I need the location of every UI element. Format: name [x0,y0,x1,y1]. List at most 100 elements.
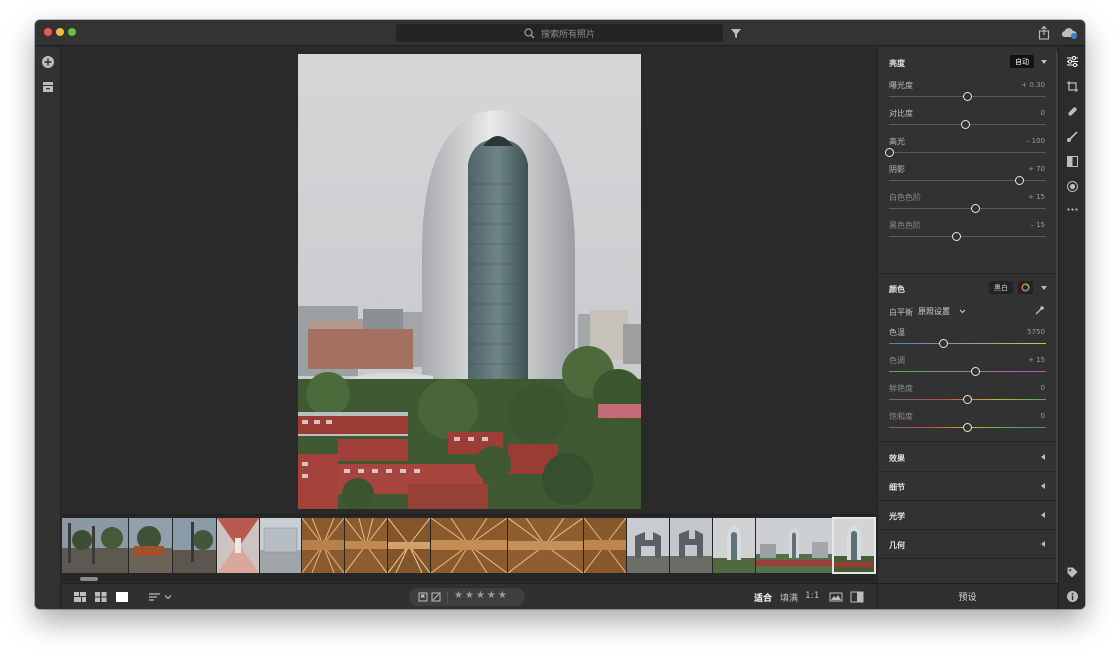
thumbnail[interactable] [431,518,507,573]
slider-value[interactable]: + 0.30 [1021,81,1045,89]
slider-handle[interactable] [970,204,980,213]
slider-handle[interactable] [939,339,949,348]
slider-value[interactable]: + 15 [1028,193,1045,201]
flag-rating-controls: ★★★★★ [409,588,525,606]
slider-handle[interactable] [963,395,972,404]
info-icon[interactable] [1066,590,1079,603]
thumbnail[interactable] [508,518,583,573]
library-icon[interactable] [41,80,55,94]
zoom-window-button[interactable] [68,28,76,36]
presets-button[interactable]: 预设 [877,583,1057,609]
slider-handle[interactable] [970,367,980,376]
thumbnail[interactable] [260,518,301,573]
before-after-icon[interactable] [829,591,843,603]
cloud-sync-icon[interactable] [1060,25,1078,41]
crop-icon[interactable] [1066,80,1079,93]
search-bar[interactable]: 搜索所有照片 [396,24,723,42]
main-photo[interactable] [298,54,641,509]
thumbnail[interactable] [584,518,626,573]
radial-gradient-icon[interactable] [1066,180,1079,193]
slider-handle[interactable] [884,148,894,157]
expand-chevron-icon[interactable] [1041,512,1045,518]
thumbnail[interactable] [713,518,755,573]
healing-brush-icon[interactable] [1066,105,1079,118]
compare-split-icon[interactable] [850,591,864,603]
zoom-fit-option[interactable]: 适合 [754,591,772,604]
collapsed-section-title[interactable]: 效果 [889,453,905,464]
zoom-fill-option[interactable]: 填满 [780,591,798,604]
star-icon[interactable]: ★ [498,590,509,601]
thumbnail-selected[interactable] [832,517,876,574]
star-icon[interactable]: ★ [476,590,487,601]
light-section-toggle[interactable] [1041,60,1047,64]
chevron-down-icon[interactable] [959,309,966,314]
color-mixer-button[interactable] [1018,281,1033,294]
bw-button[interactable]: 黑白 [989,281,1013,294]
expand-chevron-icon[interactable] [1041,454,1045,460]
pick-flag-icon[interactable] [418,592,428,602]
square-grid-icon[interactable] [94,591,108,603]
tag-icon[interactable] [1066,566,1079,579]
thumbnail[interactable] [388,518,430,573]
slider-value[interactable]: 0 [1041,384,1045,392]
slider-track[interactable] [889,343,1046,344]
slider-value[interactable]: 0 [1041,412,1045,420]
filmstrip-scrollbar[interactable] [62,575,876,583]
expand-chevron-icon[interactable] [1041,483,1045,489]
collapsed-section-title[interactable]: 细节 [889,482,905,493]
slider-value[interactable]: – 100 [1026,137,1045,145]
collapsed-section-title[interactable]: 几何 [889,540,905,551]
slider-value[interactable]: – 15 [1030,221,1045,229]
slider-handle[interactable] [952,232,961,241]
slider-handle[interactable] [963,92,972,101]
slider-handle[interactable] [1014,176,1024,185]
color-section-toggle[interactable] [1041,286,1047,290]
slider-value[interactable]: 5750 [1027,328,1045,336]
sort-icon[interactable] [148,591,174,603]
detail-view-icon[interactable] [115,591,129,603]
slider-value[interactable]: + 15 [1028,356,1045,364]
thumbnail[interactable] [756,518,832,573]
thumbnail[interactable] [129,518,172,573]
thumbnail[interactable] [302,518,344,573]
reject-flag-icon[interactable] [431,592,441,602]
slider-label: 色温 [889,328,905,337]
collapsed-section-title[interactable]: 光学 [889,511,905,522]
thumbnail[interactable] [173,518,216,573]
star-icon[interactable]: ★ [454,590,465,601]
white-balance-select[interactable]: 原照设置 [918,306,950,317]
slider-track[interactable] [889,371,1046,372]
expand-chevron-icon[interactable] [1041,541,1045,547]
thumbnail[interactable] [627,518,669,573]
filmstrip-scroll-thumb[interactable] [80,577,98,581]
brush-icon[interactable] [1066,130,1079,143]
slider-label: 白色色阶 [889,193,921,202]
auto-button[interactable]: 自动 [1010,55,1034,68]
slider-value[interactable]: + 70 [1028,165,1045,173]
thumbnail[interactable] [217,518,259,573]
add-photos-icon[interactable] [41,55,55,69]
linear-gradient-icon[interactable] [1066,155,1079,168]
star-icon[interactable]: ★ [465,590,476,601]
slider-track[interactable] [889,208,1046,209]
star-rating[interactable]: ★★★★★ [454,590,509,601]
zoom-1to1-option[interactable]: 1:1 [805,591,819,601]
slider-track[interactable] [889,152,1046,153]
star-icon[interactable]: ★ [487,590,498,601]
more-options-icon[interactable] [1066,203,1079,216]
thumbnail[interactable] [345,518,387,573]
share-icon[interactable] [1037,25,1051,41]
slider-handle[interactable] [963,423,972,432]
slider-value[interactable]: 0 [1041,109,1045,117]
minimize-window-button[interactable] [56,28,64,36]
edit-sliders-icon[interactable] [1066,55,1079,68]
thumbnail[interactable] [62,518,128,573]
section-divider [878,273,1058,274]
close-window-button[interactable] [44,28,52,36]
thumbnail[interactable] [670,518,712,573]
eyedropper-icon[interactable] [1034,305,1045,316]
slider-track[interactable] [889,236,1046,237]
slider-handle[interactable] [961,120,971,129]
photo-grid-icon[interactable] [73,591,87,603]
filter-icon[interactable] [729,25,743,41]
